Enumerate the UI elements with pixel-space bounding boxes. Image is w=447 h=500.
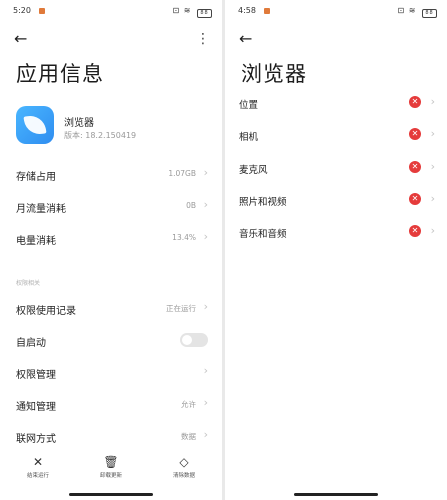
row-label: 权限管理 (16, 370, 56, 381)
alarm-icon: ⊡ (397, 6, 406, 15)
row-value: 13.4% (172, 233, 196, 242)
status-bar: 5:20 ⊡ ≋ 88 (13, 6, 212, 20)
row-value: 0B (186, 201, 196, 210)
storage-usage-row[interactable]: 存储占用 1.07GB › (16, 164, 208, 186)
denied-icon: ✕ (409, 193, 421, 205)
wifi-icon: ≋ (183, 6, 192, 15)
chevron-right-icon: › (203, 166, 208, 179)
alarm-icon: ⊡ (172, 6, 181, 15)
denied-icon: ✕ (409, 161, 421, 173)
row-label: 月流量消耗 (16, 204, 66, 215)
row-value: 数据 (181, 432, 196, 441)
autostart-row: 自启动 (16, 330, 208, 352)
chevron-right-icon: › (203, 230, 208, 243)
status-time: 5:20 (13, 6, 31, 15)
clear-data-button[interactable]: ◇ 清除数据 (154, 455, 214, 479)
app-version: 版本: 18.2.150419 (64, 131, 137, 140)
row-label: 电量消耗 (16, 236, 56, 247)
permission-log-row[interactable]: 权限使用记录 正在运行 › (16, 298, 208, 320)
chevron-right-icon: › (430, 160, 435, 173)
permission-music-audio-row[interactable]: 音乐和音频 ✕ › (239, 223, 435, 243)
permission-label: 音乐和音频 (239, 229, 287, 240)
chevron-right-icon: › (203, 428, 208, 441)
status-time: 4:58 (238, 6, 256, 15)
notification-icon (39, 8, 45, 14)
close-icon: ✕ (32, 455, 44, 469)
denied-icon: ✕ (409, 128, 421, 140)
notification-icon (264, 8, 270, 14)
status-icons: ⊡ ≋ 88 (172, 6, 212, 18)
notification-management-row[interactable]: 通知管理 允许 › (16, 394, 208, 416)
page-title: 应用信息 (16, 62, 104, 86)
autostart-toggle[interactable] (180, 333, 208, 347)
row-label: 存储占用 (16, 172, 56, 183)
chevron-right-icon: › (430, 95, 435, 108)
chevron-right-icon: › (430, 224, 435, 237)
chevron-right-icon: › (203, 364, 208, 377)
battery-icon: 88 (197, 9, 212, 18)
page-title: 浏览器 (241, 62, 307, 86)
trash-icon: 🗑 (103, 455, 119, 469)
more-options-icon[interactable]: ⋮ (196, 30, 210, 48)
permission-location-row[interactable]: 位置 ✕ › (239, 94, 435, 114)
app-permissions-screen: 4:58 ⊡ ≋ 88 ← 浏览器 位置 ✕ › 相机 ✕ › 麦克风 ✕ › … (225, 0, 447, 500)
battery-icon: 88 (422, 9, 437, 18)
force-stop-button[interactable]: ✕ 结束运行 (8, 455, 68, 479)
bottom-action-bar: ✕ 结束运行 🗑 卸载更新 ◇ 清除数据 (0, 455, 222, 485)
denied-icon: ✕ (409, 96, 421, 108)
app-name: 浏览器 (64, 118, 94, 129)
row-label: 权限使用记录 (16, 306, 76, 317)
permission-microphone-row[interactable]: 麦克风 ✕ › (239, 159, 435, 179)
permission-management-row[interactable]: 权限管理 › (16, 362, 208, 384)
browser-app-icon (16, 106, 54, 144)
row-value: 1.07GB (168, 169, 196, 178)
battery-usage-row[interactable]: 电量消耗 13.4% › (16, 228, 208, 250)
app-info-screen: 5:20 ⊡ ≋ 88 ← ⋮ 应用信息 浏览器 版本: 18.2.150419… (0, 0, 222, 500)
chevron-right-icon: › (203, 396, 208, 409)
permission-label: 相机 (239, 132, 259, 143)
status-icons: ⊡ ≋ 88 (397, 6, 437, 18)
row-value: 允许 (181, 400, 196, 409)
uninstall-updates-button[interactable]: 🗑 卸载更新 (81, 455, 141, 479)
chevron-right-icon: › (430, 127, 435, 140)
row-label: 通知管理 (16, 402, 56, 413)
back-arrow-icon[interactable]: ← (239, 30, 257, 48)
chevron-right-icon: › (203, 198, 208, 211)
network-mode-row[interactable]: 联网方式 数据 › (16, 426, 208, 448)
permission-label: 麦克风 (239, 165, 268, 176)
home-indicator[interactable] (69, 493, 153, 496)
permission-camera-row[interactable]: 相机 ✕ › (239, 126, 435, 146)
home-indicator[interactable] (294, 493, 378, 496)
section-header: 权限相关 (16, 280, 41, 287)
denied-icon: ✕ (409, 225, 421, 237)
row-label: 联网方式 (16, 434, 56, 445)
permission-label: 位置 (239, 100, 259, 111)
wifi-icon: ≋ (408, 6, 417, 15)
chevron-right-icon: › (430, 192, 435, 205)
row-value: 正在运行 (166, 304, 196, 313)
back-arrow-icon[interactable]: ← (14, 30, 32, 48)
eraser-icon: ◇ (179, 455, 189, 469)
permission-label: 照片和视频 (239, 197, 287, 208)
status-bar: 4:58 ⊡ ≋ 88 (238, 6, 437, 20)
chevron-right-icon: › (203, 300, 208, 313)
data-usage-row[interactable]: 月流量消耗 0B › (16, 196, 208, 218)
row-label: 自启动 (16, 338, 46, 349)
permission-photos-videos-row[interactable]: 照片和视频 ✕ › (239, 191, 435, 211)
